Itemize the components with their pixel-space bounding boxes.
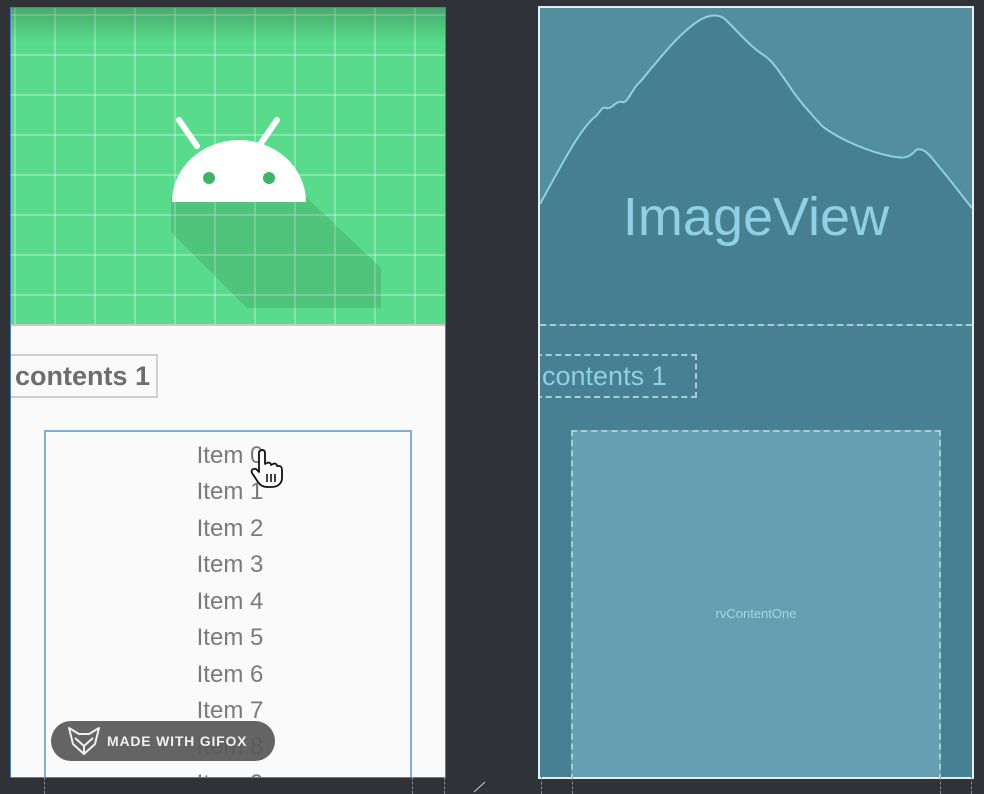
guide-line	[940, 777, 941, 794]
guide-line	[971, 777, 972, 794]
guide-line	[572, 777, 573, 794]
list-item[interactable]: Item 5	[46, 620, 410, 656]
list-item[interactable]: Item 1	[46, 474, 410, 510]
mountain-icon	[540, 14, 972, 324]
guide-line	[541, 777, 542, 794]
imageview-placeholder[interactable]: ImageView	[540, 8, 972, 326]
list-item[interactable]: Item 9	[46, 766, 410, 777]
resize-handle[interactable]	[472, 781, 488, 793]
list-item[interactable]: Item 6	[46, 657, 410, 693]
hand-pointer-icon	[250, 449, 283, 488]
blueprint-recycler-view[interactable]: rvContentOne	[571, 430, 941, 777]
list-item[interactable]: Item 3	[46, 547, 410, 583]
recycler-view-id-label: rvContentOne	[715, 606, 797, 621]
gifox-watermark: MADE WITH GIFOX	[51, 721, 275, 761]
list-item[interactable]: Item 4	[46, 584, 410, 620]
guide-line	[412, 777, 413, 794]
android-logo-icon	[171, 117, 381, 308]
content-title: contents 1	[11, 354, 159, 398]
guide-line	[444, 777, 445, 794]
list-item[interactable]: Item 0	[46, 438, 410, 474]
guide-line	[44, 777, 45, 794]
blueprint-content-title[interactable]: contents 1	[540, 354, 697, 398]
list-item[interactable]: Item 2	[46, 511, 410, 547]
header-image	[11, 8, 445, 326]
imageview-label: ImageView	[622, 187, 890, 247]
blueprint-preview[interactable]: ImageView contents 1 rvContentOne	[540, 8, 972, 777]
fox-icon	[68, 727, 100, 755]
design-preview[interactable]: contents 1 Item 0 Item 1 Item 2 Item 3 I…	[11, 8, 445, 777]
watermark-text: MADE WITH GIFOX	[107, 733, 248, 749]
